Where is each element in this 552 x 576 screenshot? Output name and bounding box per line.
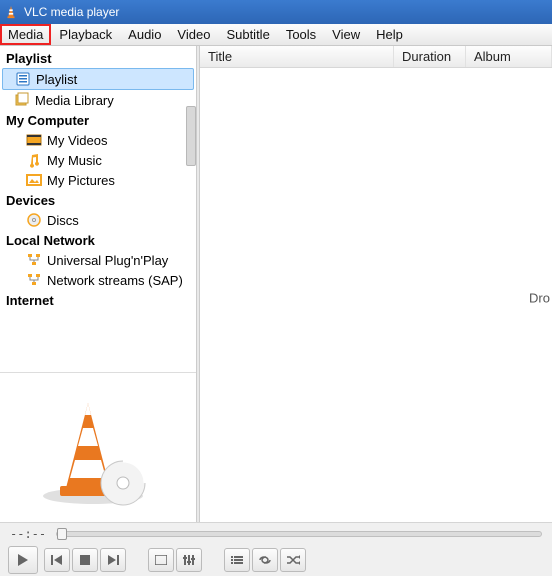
sidebar-section-internet: Internet <box>0 290 196 310</box>
drop-hint-text: Dro <box>529 291 550 306</box>
sidebar-item-label: Playlist <box>36 72 77 87</box>
column-header-duration[interactable]: Duration <box>394 46 466 67</box>
sidebar-section-local-network: Local Network <box>0 230 196 250</box>
column-header-title[interactable]: Title <box>200 46 394 67</box>
sidebar-item-upnp[interactable]: Universal Plug'n'Play <box>0 250 196 270</box>
fullscreen-icon <box>155 555 167 565</box>
time-bar: --:-- <box>0 522 552 544</box>
menu-help[interactable]: Help <box>368 24 411 45</box>
loop-icon <box>258 555 272 565</box>
media-library-icon <box>14 92 30 108</box>
video-folder-icon <box>26 132 42 148</box>
next-button[interactable] <box>100 548 126 572</box>
network-icon <box>26 252 42 268</box>
menu-subtitle[interactable]: Subtitle <box>218 24 277 45</box>
menu-bar: Media Playback Audio Video Subtitle Tool… <box>0 24 552 46</box>
window-title: VLC media player <box>24 5 119 19</box>
toggle-playlist-button[interactable] <box>224 548 250 572</box>
sidebar-item-discs[interactable]: Discs <box>0 210 196 230</box>
menu-video[interactable]: Video <box>169 24 218 45</box>
elapsed-time: --:-- <box>10 527 46 541</box>
sidebar-item-label: Universal Plug'n'Play <box>47 253 168 268</box>
stop-icon <box>80 555 90 565</box>
seek-knob[interactable] <box>57 528 67 540</box>
shuffle-button[interactable] <box>280 548 306 572</box>
previous-button[interactable] <box>44 548 70 572</box>
sidebar-item-label: Media Library <box>35 93 114 108</box>
vlc-cone-icon <box>38 388 158 508</box>
control-bar <box>0 544 552 576</box>
playlist-view: Title Duration Album Dro <box>200 46 552 522</box>
sidebar-item-label: My Videos <box>47 133 107 148</box>
shuffle-icon <box>286 555 300 565</box>
pictures-folder-icon <box>26 172 42 188</box>
menu-view[interactable]: View <box>324 24 368 45</box>
play-icon <box>17 553 29 567</box>
sidebar-section-my-computer: My Computer <box>0 110 196 130</box>
menu-media[interactable]: Media <box>0 24 51 45</box>
vlc-app-icon <box>4 5 18 19</box>
sidebar-item-label: My Pictures <box>47 173 115 188</box>
sidebar-item-my-pictures[interactable]: My Pictures <box>0 170 196 190</box>
prev-icon <box>51 555 63 565</box>
sidebar-section-playlist: Playlist <box>0 48 196 68</box>
sidebar-scrollbar-thumb[interactable] <box>186 106 196 166</box>
menu-playback[interactable]: Playback <box>51 24 120 45</box>
column-header-album[interactable]: Album <box>466 46 552 67</box>
sidebar-item-label: Discs <box>47 213 79 228</box>
title-bar: VLC media player <box>0 0 552 24</box>
loop-button[interactable] <box>252 548 278 572</box>
sidebar-item-label: My Music <box>47 153 102 168</box>
playlist-toggle-icon <box>231 555 243 565</box>
sidebar-item-label: Network streams (SAP) <box>47 273 183 288</box>
network-icon <box>26 272 42 288</box>
sidebar-item-my-music[interactable]: My Music <box>0 150 196 170</box>
playlist-icon <box>15 71 31 87</box>
play-button[interactable] <box>8 546 38 574</box>
seek-slider[interactable] <box>56 531 542 537</box>
sidebar-item-my-videos[interactable]: My Videos <box>0 130 196 150</box>
sidebar-section-devices: Devices <box>0 190 196 210</box>
menu-tools[interactable]: Tools <box>278 24 324 45</box>
stop-button[interactable] <box>72 548 98 572</box>
extended-settings-button[interactable] <box>176 548 202 572</box>
sidebar-item-playlist[interactable]: Playlist <box>2 68 194 90</box>
disc-icon <box>26 212 42 228</box>
next-icon <box>107 555 119 565</box>
music-folder-icon <box>26 152 42 168</box>
fullscreen-button[interactable] <box>148 548 174 572</box>
extended-settings-icon <box>183 555 195 565</box>
sidebar-item-media-library[interactable]: Media Library <box>0 90 196 110</box>
playlist-column-headers: Title Duration Album <box>200 46 552 68</box>
sidebar-item-sap[interactable]: Network streams (SAP) <box>0 270 196 290</box>
sidebar: Playlist Playlist Media Library My Compu… <box>0 46 196 522</box>
menu-audio[interactable]: Audio <box>120 24 169 45</box>
album-art-panel <box>0 372 196 522</box>
